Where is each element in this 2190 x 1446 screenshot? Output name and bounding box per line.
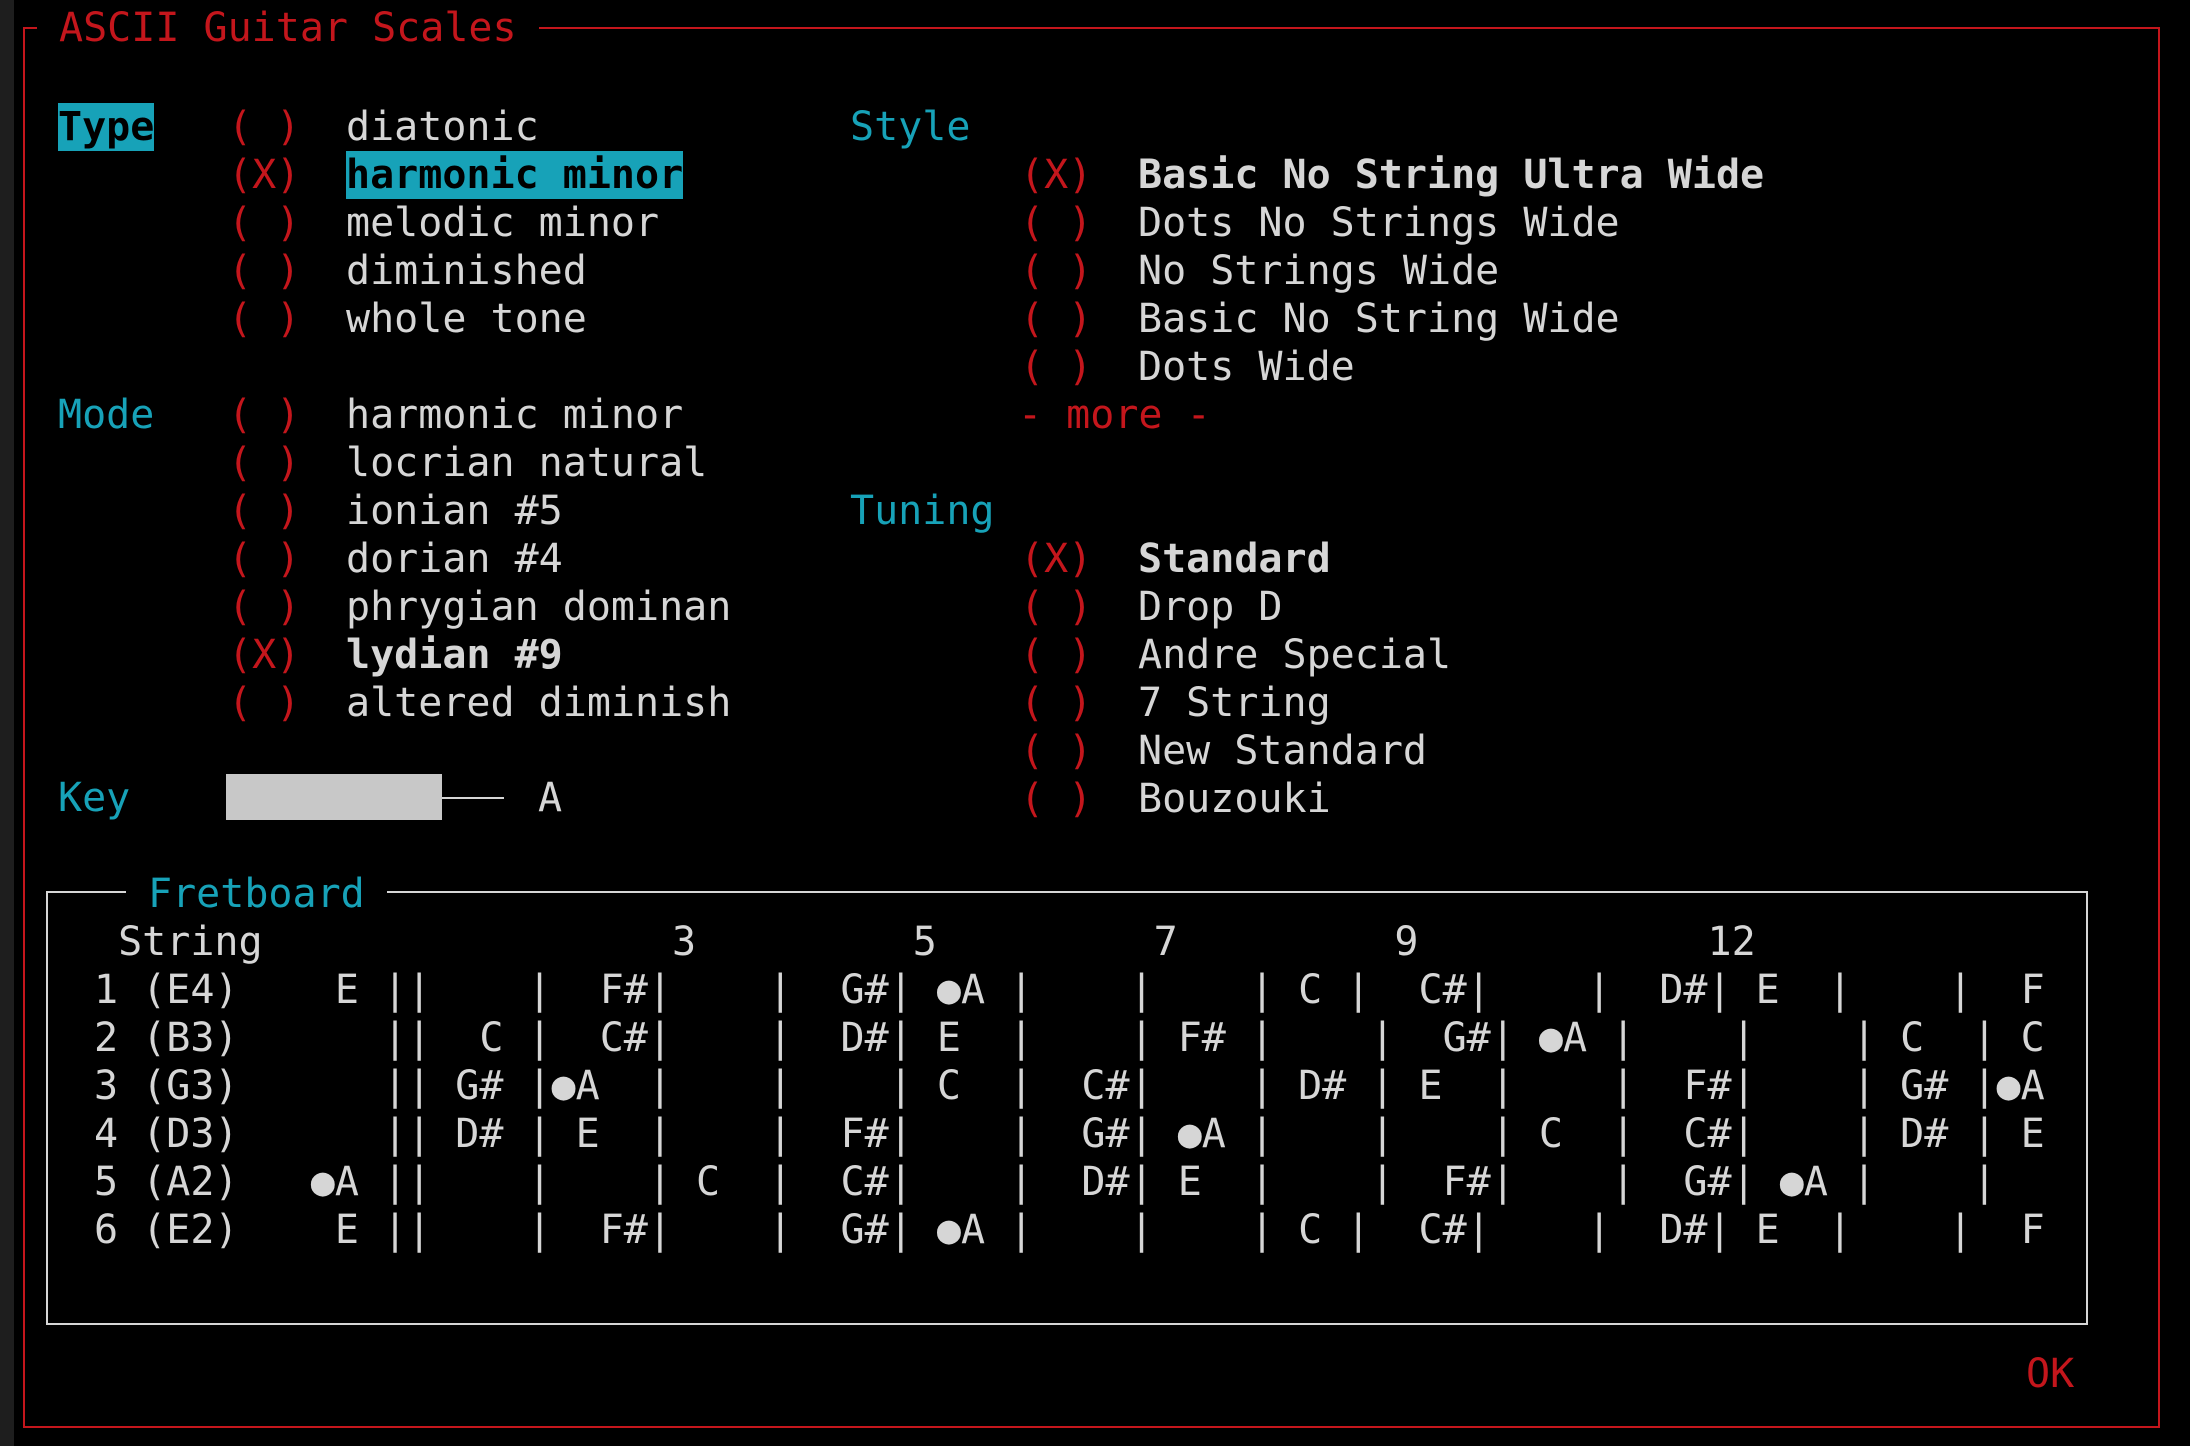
type-option-label[interactable]: harmonic minor: [346, 151, 684, 199]
mode-radio-mark[interactable]: ( ): [228, 535, 300, 583]
fretboard-string-row: 3 (G3) || G# |●A | | | C | C#| | D# | E …: [94, 1063, 2045, 1109]
type-radio-mark[interactable]: ( ): [228, 295, 300, 343]
ok-button[interactable]: OK: [2026, 1350, 2074, 1398]
terminal-screen: ASCII Guitar Scales Type ( ) diatonic (X) h…: [14, 0, 2190, 1446]
style-radio-mark[interactable]: ( ): [1020, 295, 1092, 343]
tuning-label: Tuning: [850, 488, 995, 534]
tuning-option-label[interactable]: New Standard: [1138, 727, 1427, 775]
tuning-radio-mark[interactable]: (X): [1020, 535, 1092, 583]
type-label: Type: [58, 103, 155, 151]
key-slider-track: [442, 797, 504, 799]
type-radio-mark[interactable]: ( ): [228, 247, 300, 295]
mode-option-label[interactable]: altered diminish: [346, 679, 731, 727]
tuning-option-label[interactable]: Standard: [1138, 535, 1331, 583]
key-value: A: [538, 775, 563, 821]
fretboard-string-row: 4 (D3) || D# | E | | F#| | G#| ●A | | | …: [94, 1111, 2045, 1157]
mode-option-label[interactable]: locrian natural: [346, 439, 707, 487]
tuning-option-label[interactable]: 7 String: [1138, 679, 1331, 727]
fretboard-string-row: 2 (B3) || C | C#| | D#| E | | F# | | G#|…: [94, 1015, 2045, 1061]
mode-option-label[interactable]: dorian #4: [346, 535, 563, 583]
mode-radio-mark[interactable]: ( ): [228, 679, 300, 727]
style-more-link[interactable]: - more -: [1018, 391, 1211, 439]
mode-radio-mark[interactable]: ( ): [228, 439, 300, 487]
key-slider-fill: [226, 774, 442, 820]
style-option-label[interactable]: Dots Wide: [1138, 343, 1355, 391]
fretboard-header: String 3 5 7 9 12: [94, 919, 1756, 965]
mode-radio-mark[interactable]: ( ): [228, 391, 300, 439]
type-radio-mark[interactable]: ( ): [228, 199, 300, 247]
style-option-label[interactable]: Dots No Strings Wide: [1138, 199, 1620, 247]
mode-option-label[interactable]: phrygian dominan: [346, 583, 731, 631]
mode-radio-mark[interactable]: ( ): [228, 583, 300, 631]
tuning-option-label[interactable]: Bouzouki: [1138, 775, 1331, 823]
style-radio-mark[interactable]: ( ): [1020, 247, 1092, 295]
tuning-radio-mark[interactable]: ( ): [1020, 583, 1092, 631]
style-radio-mark[interactable]: ( ): [1020, 343, 1092, 391]
mode-option-label[interactable]: lydian #9: [346, 631, 563, 679]
window-title: ASCII Guitar Scales: [37, 4, 539, 52]
type-radio-mark[interactable]: (X): [228, 151, 300, 199]
style-option-label[interactable]: Basic No String Ultra Wide: [1138, 151, 1764, 199]
tuning-radio-mark[interactable]: ( ): [1020, 679, 1092, 727]
fretboard-string-row: 1 (E4) E || | F#| | G#| ●A | | | C | C#|…: [94, 967, 2045, 1013]
tuning-option-label[interactable]: Andre Special: [1138, 631, 1451, 679]
style-label: Style: [850, 104, 971, 150]
style-radio-mark[interactable]: (X): [1020, 151, 1092, 199]
style-option-label[interactable]: Basic No String Wide: [1138, 295, 1620, 343]
tuning-option-label[interactable]: Drop D: [1138, 583, 1283, 631]
key-label: Key: [58, 775, 131, 821]
mode-radio-mark[interactable]: (X): [228, 631, 300, 679]
type-radio-mark[interactable]: ( ): [228, 103, 300, 151]
mode-option-label[interactable]: harmonic minor: [346, 391, 683, 439]
type-option-label[interactable]: diminished: [346, 247, 587, 295]
type-option-label[interactable]: melodic minor: [346, 199, 659, 247]
tuning-radio-mark[interactable]: ( ): [1020, 775, 1092, 823]
style-option-label[interactable]: No Strings Wide: [1138, 247, 1499, 295]
fretboard-title: Fretboard: [126, 870, 387, 918]
mode-label: Mode: [58, 392, 155, 438]
mode-radio-mark[interactable]: ( ): [228, 487, 300, 535]
type-option-label[interactable]: diatonic: [346, 103, 539, 151]
tuning-radio-mark[interactable]: ( ): [1020, 727, 1092, 775]
fretboard-string-row: 5 (A2) ●A || | | C | C#| | D#| E | | F#|…: [94, 1159, 1997, 1205]
tuning-radio-mark[interactable]: ( ): [1020, 631, 1092, 679]
style-radio-mark[interactable]: ( ): [1020, 199, 1092, 247]
type-option-label[interactable]: whole tone: [346, 295, 587, 343]
mode-option-label[interactable]: ionian #5: [346, 487, 563, 535]
fretboard-string-row: 6 (E2) E || | F#| | G#| ●A | | | C | C#|…: [94, 1207, 2045, 1253]
key-slider[interactable]: [226, 772, 504, 822]
